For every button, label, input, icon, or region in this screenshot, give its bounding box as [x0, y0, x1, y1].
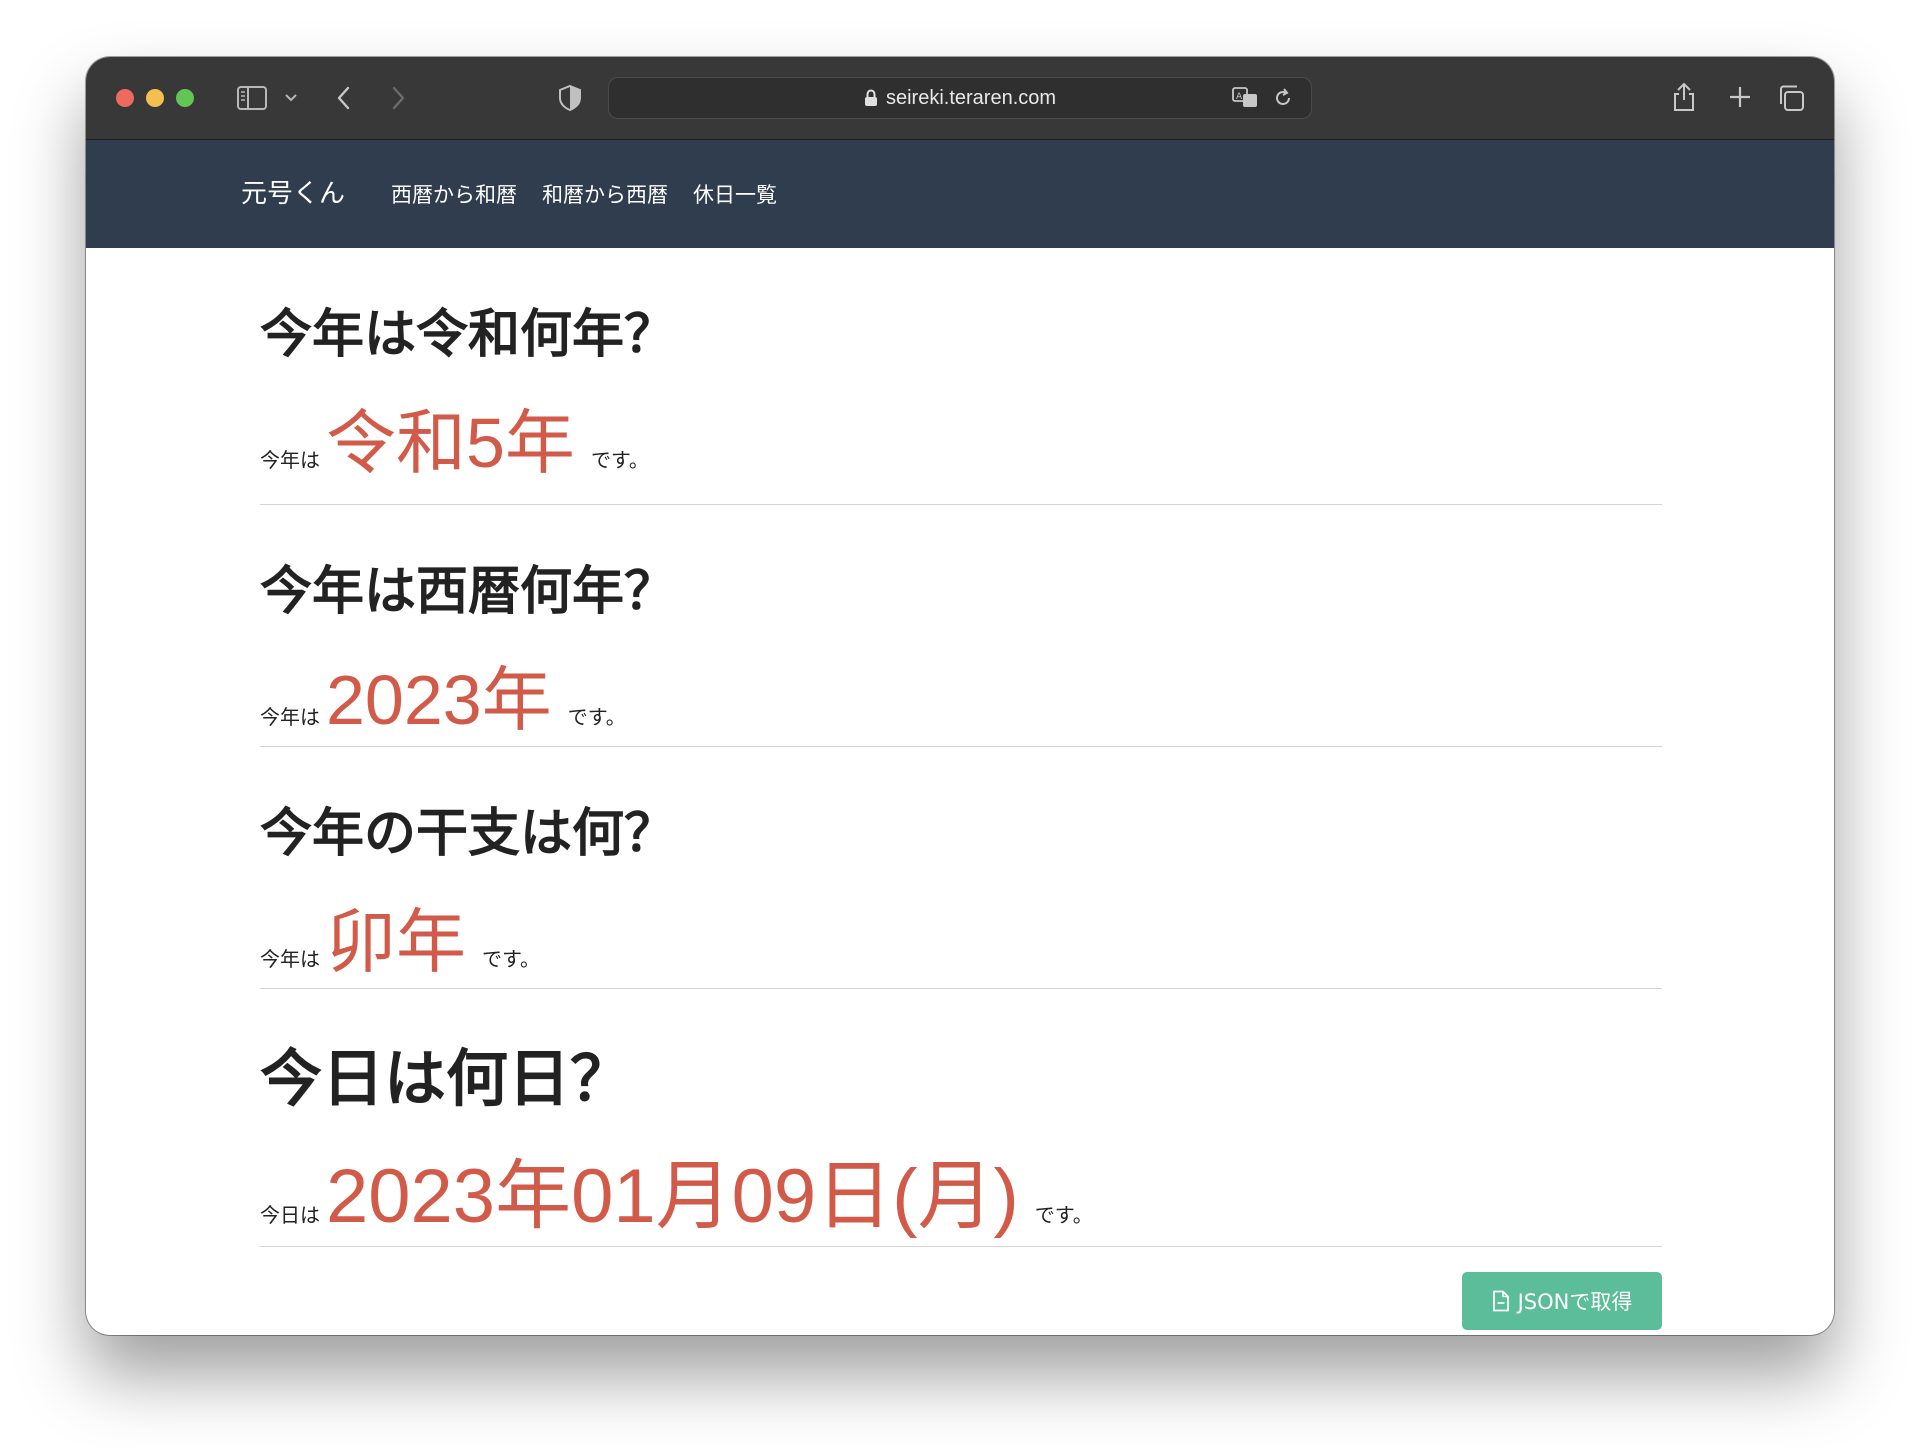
url-text: seireki.teraren.com: [885, 87, 1057, 109]
translate-icon[interactable]: A: [1231, 85, 1261, 111]
section-zodiac: 今年の干支は何？ 今年は 卯年 です。: [260, 747, 1662, 989]
reload-icon[interactable]: [1271, 86, 1295, 110]
get-json-button[interactable]: JSONで取得: [1462, 1272, 1662, 1330]
back-icon[interactable]: [334, 83, 354, 113]
answer-value: 令和5年: [326, 404, 575, 482]
section-question: 今年の干支は何？: [260, 804, 677, 864]
site-navbar: 元号くん 西暦から和暦 和暦から西暦 休日一覧: [86, 140, 1834, 248]
nav-link-seireki-to-wareki[interactable]: 西暦から和暦: [391, 179, 517, 209]
lock-icon: [864, 89, 877, 106]
section-reiwa-year: 今年は令和何年？ 今年は 令和5年 です。: [260, 248, 1662, 505]
close-window-button[interactable]: [116, 89, 134, 107]
svg-text:A: A: [1236, 92, 1243, 102]
section-answer: 今日は 2023年01月09日(月) です。: [260, 1134, 1093, 1244]
tab-overview-icon[interactable]: [1776, 83, 1806, 113]
answer-suffix: です。: [1034, 1203, 1093, 1227]
main-content: 今年は令和何年？ 今年は 令和5年 です。 今年は西暦何年？ 今年は 2023年…: [260, 248, 1662, 1247]
site-brand[interactable]: 元号くん: [241, 140, 345, 248]
section-question: 今年は西暦何年？: [260, 562, 677, 622]
nav-link-holidays[interactable]: 休日一覧: [693, 179, 777, 209]
shield-icon[interactable]: [558, 84, 582, 112]
address-bar[interactable]: seireki.teraren.com A: [608, 77, 1312, 119]
section-question: 今年は令和何年？: [260, 305, 677, 365]
answer-prefix: 今年は: [260, 947, 320, 971]
answer-value: 卯年: [326, 903, 466, 981]
answer-prefix: 今年は: [260, 705, 320, 729]
answer-suffix: です。: [482, 947, 540, 971]
nav-link-wareki-to-seireki[interactable]: 和暦から西暦: [542, 179, 668, 209]
section-today: 今日は何日？ 今日は 2023年01月09日(月) です。: [260, 989, 1662, 1247]
answer-suffix: です。: [567, 705, 626, 729]
sidebar-icon[interactable]: [236, 85, 268, 111]
answer-value: 2023年: [326, 661, 552, 739]
get-json-label: JSONで取得: [1517, 1290, 1633, 1314]
nav-links: 西暦から和暦 和暦から西暦 休日一覧: [391, 140, 777, 248]
share-icon[interactable]: [1670, 79, 1698, 113]
answer-prefix: 今年は: [260, 448, 320, 472]
section-answer: 今年は 令和5年 です。: [260, 387, 649, 488]
section-answer: 今年は 卯年 です。: [260, 886, 540, 987]
forward-icon[interactable]: [388, 83, 408, 113]
answer-value: 2023年01月09日(月): [326, 1154, 1019, 1239]
section-question: 今日は何日？: [260, 1042, 633, 1115]
zoom-window-button[interactable]: [176, 89, 194, 107]
browser-toolbar: seireki.teraren.com A: [86, 57, 1834, 140]
browser-window: seireki.teraren.com A 元号くん 西暦から和暦 和暦から西暦…: [86, 57, 1834, 1335]
chevron-down-icon[interactable]: [284, 91, 298, 105]
section-western-year: 今年は西暦何年？ 今年は 2023年 です。: [260, 505, 1662, 747]
minimize-window-button[interactable]: [146, 89, 164, 107]
new-tab-icon[interactable]: [1728, 85, 1752, 109]
answer-prefix: 今日は: [260, 1203, 320, 1227]
section-answer: 今年は 2023年 です。: [260, 644, 626, 745]
file-icon: [1492, 1290, 1509, 1312]
answer-suffix: です。: [590, 448, 649, 472]
